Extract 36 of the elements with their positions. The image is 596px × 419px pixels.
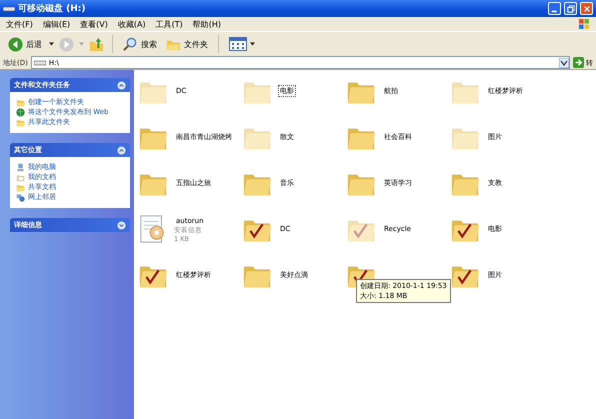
folders-button[interactable]: 文件夹	[164, 36, 210, 52]
new-folder-icon	[16, 98, 25, 107]
views-button[interactable]	[227, 37, 257, 51]
menu-item[interactable]: 查看(V)	[80, 18, 108, 30]
window-title: 可移动磁盘 (H:)	[18, 2, 86, 15]
chevron-icon	[117, 220, 126, 230]
drive-icon	[3, 6, 15, 12]
share-icon	[16, 118, 25, 127]
computer-icon	[16, 163, 25, 172]
search-icon	[123, 36, 138, 52]
folder-icon	[16, 183, 25, 192]
menu-item[interactable]: 编辑(E)	[42, 18, 70, 30]
network-icon	[16, 193, 25, 202]
close-button[interactable]	[580, 2, 593, 15]
up-folder-icon[interactable]	[89, 36, 104, 52]
restore-icon	[566, 4, 574, 12]
globe-icon	[16, 108, 25, 117]
caret-icon	[250, 42, 255, 46]
windows-logo-icon	[578, 18, 590, 30]
close-icon	[582, 4, 590, 12]
back-button[interactable]: 后退	[6, 36, 44, 52]
dropdown-arrow-icon[interactable]	[559, 58, 569, 68]
documents-icon	[16, 173, 25, 182]
menu-item[interactable]: 文件(F)	[6, 18, 33, 30]
menu-item[interactable]: 收藏(A)	[118, 18, 146, 30]
forward-icon[interactable]	[59, 36, 74, 52]
chevron-icon	[117, 80, 126, 90]
thumbnails-icon	[229, 37, 247, 51]
dropdown-arrow-icon[interactable]	[49, 42, 54, 46]
minimize-button[interactable]	[548, 2, 561, 15]
drive-icon	[34, 60, 46, 66]
restore-button[interactable]	[564, 2, 577, 15]
menu-item[interactable]: 帮助(H)	[192, 18, 221, 30]
search-button[interactable]: 搜索	[121, 36, 159, 52]
chevron-icon	[117, 146, 126, 154]
menu-item[interactable]: 工具(T)	[156, 18, 183, 30]
